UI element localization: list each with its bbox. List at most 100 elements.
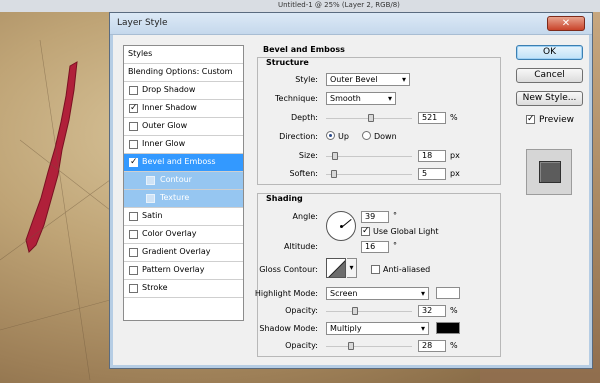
shadow-opacity-slider-thumb[interactable]: [348, 342, 355, 350]
size-label: Size:: [298, 151, 318, 160]
blending-options-item[interactable]: Blending Options: Custom: [124, 64, 243, 82]
soften-unit: px: [450, 169, 460, 178]
styles-header-label: Styles: [128, 49, 153, 58]
new-style-button[interactable]: New Style...: [516, 91, 583, 106]
style-item-contour[interactable]: Contour: [124, 172, 243, 190]
style-item-checkbox[interactable]: [129, 230, 138, 239]
style-item-checkbox[interactable]: [129, 248, 138, 257]
style-item-gradient-overlay[interactable]: Gradient Overlay: [124, 244, 243, 262]
style-item-stroke[interactable]: Stroke: [124, 280, 243, 298]
style-item-checkbox[interactable]: [129, 122, 138, 131]
direction-label: Direction:: [279, 132, 318, 141]
style-item-label: Pattern Overlay: [142, 265, 205, 274]
close-button[interactable]: ✕: [547, 16, 585, 31]
shadow-opacity-slider-track[interactable]: [326, 346, 412, 347]
direction-up-radio[interactable]: [326, 131, 335, 140]
gloss-contour-swatch[interactable]: [326, 258, 346, 278]
angle-dial[interactable]: [326, 211, 356, 241]
style-item-label: Drop Shadow: [142, 85, 196, 94]
style-item-label: Texture: [160, 193, 190, 202]
styles-header[interactable]: Styles: [124, 46, 243, 64]
style-item-checkbox[interactable]: [129, 103, 138, 113]
style-item-inner-glow[interactable]: Inner Glow: [124, 136, 243, 154]
style-item-satin[interactable]: Satin: [124, 208, 243, 226]
style-item-label: Color Overlay: [142, 229, 197, 238]
size-slider-thumb[interactable]: [331, 152, 338, 160]
gloss-contour-dropdown[interactable]: ▾: [347, 258, 357, 278]
shadow-opacity-input[interactable]: 28: [418, 340, 446, 352]
highlight-opacity-slider-track[interactable]: [326, 311, 412, 312]
depth-label: Depth:: [290, 113, 318, 122]
highlight-color-swatch[interactable]: [436, 287, 460, 299]
shadow-opacity-unit: %: [450, 341, 458, 350]
altitude-label: Altitude:: [284, 242, 318, 251]
contour-curve-icon: [328, 260, 345, 277]
altitude-input[interactable]: 16: [361, 241, 389, 253]
shadow-color-swatch[interactable]: [436, 322, 460, 334]
depth-unit: %: [450, 113, 458, 122]
altitude-unit: °: [393, 241, 397, 250]
highlight-mode-label: Highlight Mode:: [254, 289, 318, 298]
style-item-checkbox[interactable]: [129, 140, 138, 149]
style-item-checkbox[interactable]: [129, 212, 138, 221]
dialog-client: Styles Blending Options: Custom Drop Sha…: [116, 39, 588, 365]
ok-button[interactable]: OK: [516, 45, 583, 60]
style-item-checkbox[interactable]: [129, 157, 138, 167]
depth-slider-thumb[interactable]: [367, 114, 374, 122]
style-item-checkbox[interactable]: [146, 176, 155, 185]
style-item-label: Contour: [160, 175, 192, 184]
technique-dropdown[interactable]: Smooth: [326, 92, 396, 105]
soften-input[interactable]: 5: [418, 168, 446, 180]
depth-input[interactable]: 521: [418, 112, 446, 124]
angle-input[interactable]: 39: [361, 211, 389, 223]
soften-label: Soften:: [289, 169, 318, 178]
technique-label: Technique:: [275, 94, 318, 103]
blood-streak-shape: [0, 39, 110, 381]
dialog-titlebar[interactable]: Layer Style ✕: [110, 13, 592, 35]
style-item-texture[interactable]: Texture: [124, 190, 243, 208]
highlight-opacity-input[interactable]: 32: [418, 305, 446, 317]
cancel-button[interactable]: Cancel: [516, 68, 583, 83]
highlight-mode-dropdown[interactable]: Screen: [326, 287, 429, 300]
style-item-checkbox[interactable]: [129, 284, 138, 293]
style-item-checkbox[interactable]: [146, 194, 155, 203]
angle-unit: °: [393, 211, 397, 220]
style-item-checkbox[interactable]: [129, 86, 138, 95]
shadow-mode-label: Shadow Mode:: [259, 324, 318, 333]
style-item-color-overlay[interactable]: Color Overlay: [124, 226, 243, 244]
style-label: Style:: [295, 75, 318, 84]
shading-title: Shading: [266, 194, 303, 203]
highlight-opacity-label: Opacity:: [285, 306, 318, 315]
style-item-checkbox[interactable]: [129, 266, 138, 275]
anti-aliased-checkbox[interactable]: [371, 265, 380, 274]
style-item-inner-shadow[interactable]: Inner Shadow: [124, 100, 243, 118]
highlight-opacity-slider-thumb[interactable]: [351, 307, 358, 315]
size-input[interactable]: 18: [418, 150, 446, 162]
size-unit: px: [450, 151, 460, 160]
style-preview-thumbnail: [526, 149, 572, 195]
style-item-label: Bevel and Emboss: [142, 157, 216, 166]
style-dropdown[interactable]: Outer Bevel: [326, 73, 410, 86]
style-item-label: Inner Glow: [142, 139, 186, 148]
style-item-pattern-overlay[interactable]: Pattern Overlay: [124, 262, 243, 280]
angle-label: Angle:: [292, 212, 318, 221]
angle-dial-hand: [341, 219, 352, 228]
highlight-opacity-unit: %: [450, 306, 458, 315]
direction-down-label: Down: [374, 132, 397, 141]
style-item-label: Stroke: [142, 283, 168, 292]
style-item-bevel-and-emboss[interactable]: Bevel and Emboss: [124, 154, 243, 172]
preview-checkbox[interactable]: [526, 114, 535, 124]
size-slider-track[interactable]: [326, 156, 412, 157]
style-item-outer-glow[interactable]: Outer Glow: [124, 118, 243, 136]
style-preview-swatch: [539, 161, 561, 183]
shadow-mode-dropdown[interactable]: Multiply: [326, 322, 429, 335]
structure-title: Structure: [266, 58, 309, 67]
dialog-title: Layer Style: [117, 18, 168, 28]
soften-slider-thumb[interactable]: [330, 170, 337, 178]
direction-down-radio[interactable]: [362, 131, 371, 140]
style-item-label: Gradient Overlay: [142, 247, 211, 256]
styles-list: Styles Blending Options: Custom Drop Sha…: [123, 45, 244, 321]
use-global-light-checkbox[interactable]: [361, 226, 370, 236]
style-item-drop-shadow[interactable]: Drop Shadow: [124, 82, 243, 100]
soften-slider-track[interactable]: [326, 174, 412, 175]
